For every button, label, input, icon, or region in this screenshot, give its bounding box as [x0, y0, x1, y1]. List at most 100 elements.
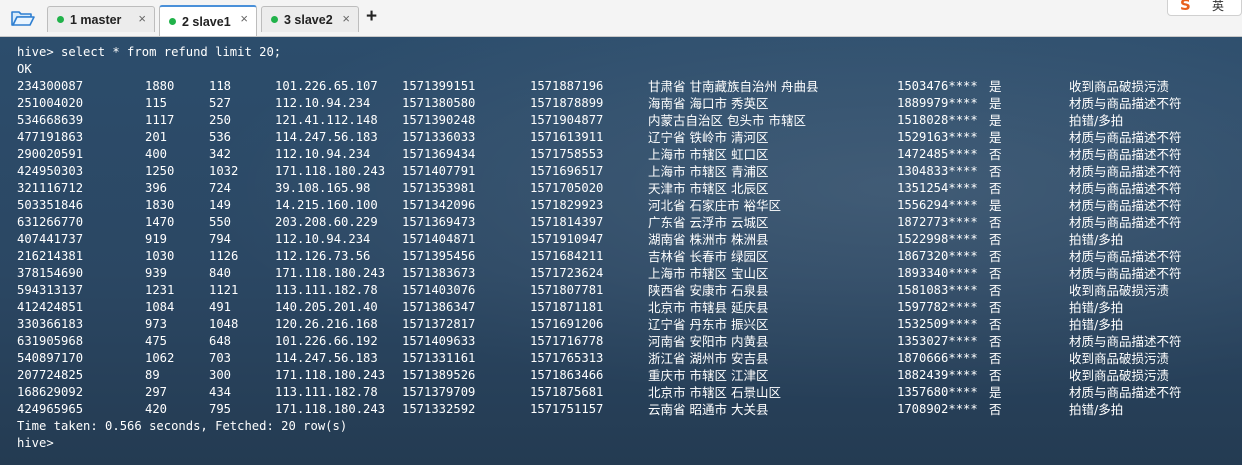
cell-phone: 1522998****: [897, 232, 978, 246]
cell-id: 424950303: [17, 164, 84, 178]
cell-reason: 拍错/多拍: [1069, 232, 1124, 247]
cell-reason: 拍错/多拍: [1069, 317, 1124, 332]
cell-reason: 材质与商品描述不符: [1069, 130, 1182, 145]
cell-region: 北京市 市辖县 延庆县: [648, 300, 769, 315]
cell-num-a: 1880: [145, 79, 175, 93]
cell-flag: 是: [989, 79, 1002, 94]
cell-num-b: 1032: [209, 164, 239, 178]
cell-region: 河北省 石家庄市 裕华区: [648, 198, 781, 213]
cell-time-start: 1571342096: [402, 198, 476, 212]
cell-time-start: 1571404871: [402, 232, 476, 246]
folder-icon[interactable]: [10, 7, 36, 29]
cell-flag: 否: [989, 300, 1002, 315]
cell-time-end: 1571716778: [530, 334, 604, 348]
cell-num-b: 795: [209, 402, 232, 416]
cell-phone: 1893340****: [897, 266, 978, 280]
cell-reason: 收到商品破损污渍: [1069, 79, 1170, 94]
cell-phone: 1867320****: [897, 249, 978, 263]
cell-num-b: 434: [209, 385, 232, 399]
cell-flag: 是: [989, 113, 1002, 128]
cell-phone: 1870666****: [897, 351, 978, 365]
cell-ip: 114.247.56.183: [275, 130, 378, 144]
cell-phone: 1304833****: [897, 164, 978, 178]
cell-region: 海南省 海口市 秀英区: [648, 96, 769, 111]
cell-reason: 拍错/多拍: [1069, 300, 1124, 315]
cell-num-b: 1126: [209, 249, 239, 263]
cell-ip: 113.111.182.78: [275, 385, 378, 399]
terminal-output[interactable]: hive> select * from refund limit 20; OK …: [0, 37, 1242, 465]
cell-reason: 收到商品破损污渍: [1069, 351, 1170, 366]
cell-region: 云南省 昭通市 大关县: [648, 402, 769, 417]
cell-reason: 收到商品破损污渍: [1069, 283, 1170, 298]
cell-flag: 否: [989, 181, 1002, 196]
cell-reason: 材质与商品描述不符: [1069, 96, 1182, 111]
cell-ip: 120.26.216.168: [275, 317, 378, 331]
close-icon[interactable]: ×: [138, 12, 146, 26]
cell-ip: 112.10.94.234: [275, 147, 371, 161]
cell-flag: 是: [989, 130, 1002, 145]
cell-time-start: 1571336033: [402, 130, 476, 144]
cell-flag: 否: [989, 215, 1002, 230]
cell-time-end: 1571723624: [530, 266, 604, 280]
cell-reason: 材质与商品描述不符: [1069, 334, 1182, 349]
cell-time-start: 1571380580: [402, 96, 476, 110]
cell-reason: 拍错/多拍: [1069, 402, 1124, 417]
cell-ip: 171.118.180.243: [275, 368, 386, 382]
cell-id: 503351846: [17, 198, 84, 212]
cell-ip: 14.215.160.100: [275, 198, 378, 212]
cell-region: 陕西省 安康市 石泉县: [648, 283, 769, 298]
cell-reason: 材质与商品描述不符: [1069, 385, 1182, 400]
command-line: hive> select * from refund limit 20;: [17, 45, 282, 59]
tab-label: 2 slave1: [182, 14, 231, 29]
cell-num-a: 1830: [145, 198, 175, 212]
cell-time-end: 1571691206: [530, 317, 604, 331]
ime-indicator[interactable]: S 英: [1167, 0, 1242, 16]
cell-time-end: 1571814397: [530, 215, 604, 229]
ime-mode-label: 英: [1212, 0, 1225, 13]
cell-id: 412424851: [17, 300, 84, 314]
cell-num-a: 1250: [145, 164, 175, 178]
cell-time-end: 1571875681: [530, 385, 604, 399]
cell-id: 540897170: [17, 351, 84, 365]
close-icon[interactable]: ×: [342, 12, 350, 26]
connected-status-icon: [169, 18, 176, 25]
cell-time-end: 1571765313: [530, 351, 604, 365]
cell-time-end: 1571904877: [530, 113, 604, 127]
cell-id: 631266770: [17, 215, 84, 229]
cell-region: 湖南省 株洲市 株洲县: [648, 232, 769, 247]
tab-slave2[interactable]: 3 slave2 ×: [261, 6, 359, 32]
cell-num-a: 396: [145, 181, 168, 195]
cell-reason: 材质与商品描述不符: [1069, 249, 1182, 264]
cell-time-start: 1571332592: [402, 402, 476, 416]
cell-time-end: 1571887196: [530, 79, 604, 93]
cell-num-b: 527: [209, 96, 232, 110]
cell-id: 251004020: [17, 96, 84, 110]
cell-num-a: 115: [145, 96, 168, 110]
add-tab-button[interactable]: +: [366, 7, 377, 27]
cell-ip: 171.118.180.243: [275, 266, 386, 280]
cell-time-start: 1571331161: [402, 351, 476, 365]
cell-phone: 1882439****: [897, 368, 978, 382]
cell-ip: 121.41.112.148: [275, 113, 378, 127]
cell-ip: 112.10.94.234: [275, 232, 371, 246]
cell-time-start: 1571353981: [402, 181, 476, 195]
cell-reason: 材质与商品描述不符: [1069, 266, 1182, 281]
cell-num-a: 1231: [145, 283, 175, 297]
cell-reason: 收到商品破损污渍: [1069, 368, 1170, 383]
cell-phone: 1351254****: [897, 181, 978, 195]
cell-flag: 否: [989, 147, 1002, 162]
cell-num-b: 724: [209, 181, 232, 195]
cell-phone: 1532509****: [897, 317, 978, 331]
cell-time-end: 1571705020: [530, 181, 604, 195]
cell-time-end: 1571871181: [530, 300, 604, 314]
cell-region: 上海市 市辖区 宝山区: [648, 266, 769, 281]
connected-status-icon: [271, 16, 278, 23]
cell-num-a: 89: [145, 368, 160, 382]
cell-id: 424965965: [17, 402, 84, 416]
close-icon[interactable]: ×: [240, 12, 248, 26]
cell-region: 河南省 安阳市 内黄县: [648, 334, 769, 349]
cell-time-end: 1571863466: [530, 368, 604, 382]
cell-region: 辽宁省 铁岭市 清河区: [648, 130, 769, 145]
tab-slave1[interactable]: 2 slave1 ×: [159, 5, 257, 36]
tab-master[interactable]: 1 master ×: [47, 6, 155, 32]
